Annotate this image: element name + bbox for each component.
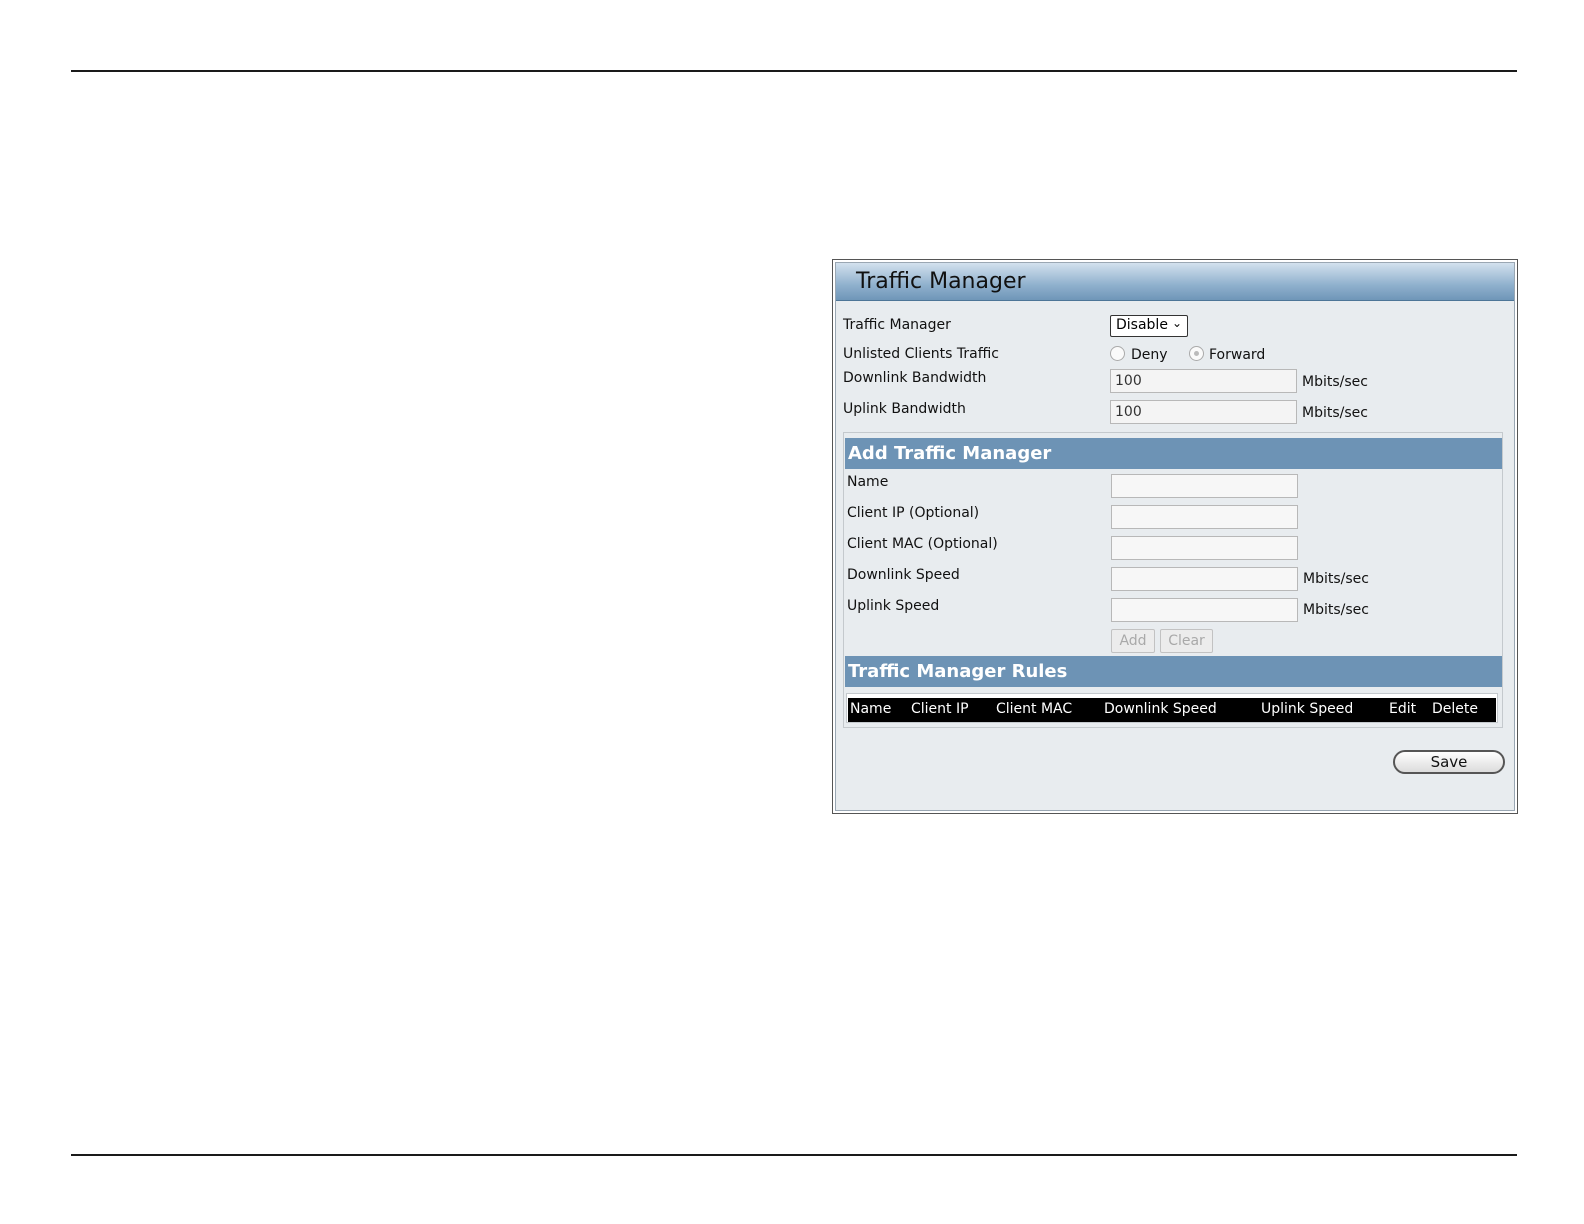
clear-button[interactable]: Clear bbox=[1160, 629, 1213, 653]
uplink-speed-unit: Mbits/sec bbox=[1303, 602, 1369, 618]
downlink-bandwidth-label: Downlink Bandwidth bbox=[843, 370, 987, 386]
downlink-bandwidth-unit: Mbits/sec bbox=[1302, 374, 1368, 390]
col-name: Name bbox=[850, 701, 892, 717]
rules-table-header: Name Client IP Client MAC Downlink Speed… bbox=[848, 698, 1496, 722]
save-button[interactable]: Save bbox=[1393, 750, 1505, 774]
client-mac-label: Client MAC (Optional) bbox=[847, 536, 998, 552]
uplink-speed-input[interactable] bbox=[1111, 598, 1298, 622]
deny-radio[interactable] bbox=[1110, 346, 1125, 361]
traffic-manager-rules-heading: Traffic Manager Rules bbox=[845, 656, 1502, 687]
traffic-manager-label: Traffic Manager bbox=[843, 317, 951, 333]
traffic-manager-select[interactable]: Disable ⌄ bbox=[1110, 315, 1188, 337]
traffic-manager-select-value: Disable bbox=[1116, 317, 1168, 333]
panel-title: Traffic Manager bbox=[836, 263, 1514, 301]
col-delete: Delete bbox=[1432, 701, 1478, 717]
name-label: Name bbox=[847, 474, 889, 490]
downlink-bandwidth-input[interactable]: 100 bbox=[1110, 369, 1297, 393]
uplink-speed-label: Uplink Speed bbox=[847, 598, 940, 614]
col-edit: Edit bbox=[1389, 701, 1417, 717]
deny-label: Deny bbox=[1131, 347, 1168, 363]
client-ip-label: Client IP (Optional) bbox=[847, 505, 980, 521]
uplink-bandwidth-label: Uplink Bandwidth bbox=[843, 401, 966, 417]
col-client-ip: Client IP bbox=[911, 701, 969, 717]
top-divider bbox=[71, 70, 1517, 72]
col-client-mac: Client MAC bbox=[996, 701, 1073, 717]
forward-label: Forward bbox=[1209, 347, 1266, 363]
downlink-speed-label: Downlink Speed bbox=[847, 567, 960, 583]
forward-radio[interactable] bbox=[1189, 346, 1204, 361]
client-mac-input[interactable] bbox=[1111, 536, 1298, 560]
uplink-bandwidth-input[interactable]: 100 bbox=[1110, 400, 1297, 424]
col-downlink-speed: Downlink Speed bbox=[1104, 701, 1217, 717]
downlink-speed-input[interactable] bbox=[1111, 567, 1298, 591]
add-button[interactable]: Add bbox=[1111, 629, 1155, 653]
unlisted-clients-label: Unlisted Clients Traffic bbox=[843, 346, 999, 362]
add-traffic-manager-heading: Add Traffic Manager bbox=[845, 438, 1502, 469]
downlink-speed-unit: Mbits/sec bbox=[1303, 571, 1369, 587]
uplink-bandwidth-unit: Mbits/sec bbox=[1302, 405, 1368, 421]
client-ip-input[interactable] bbox=[1111, 505, 1298, 529]
bottom-divider bbox=[71, 1154, 1517, 1156]
name-input[interactable] bbox=[1111, 474, 1298, 498]
chevron-down-icon: ⌄ bbox=[1171, 316, 1182, 330]
col-uplink-speed: Uplink Speed bbox=[1261, 701, 1354, 717]
